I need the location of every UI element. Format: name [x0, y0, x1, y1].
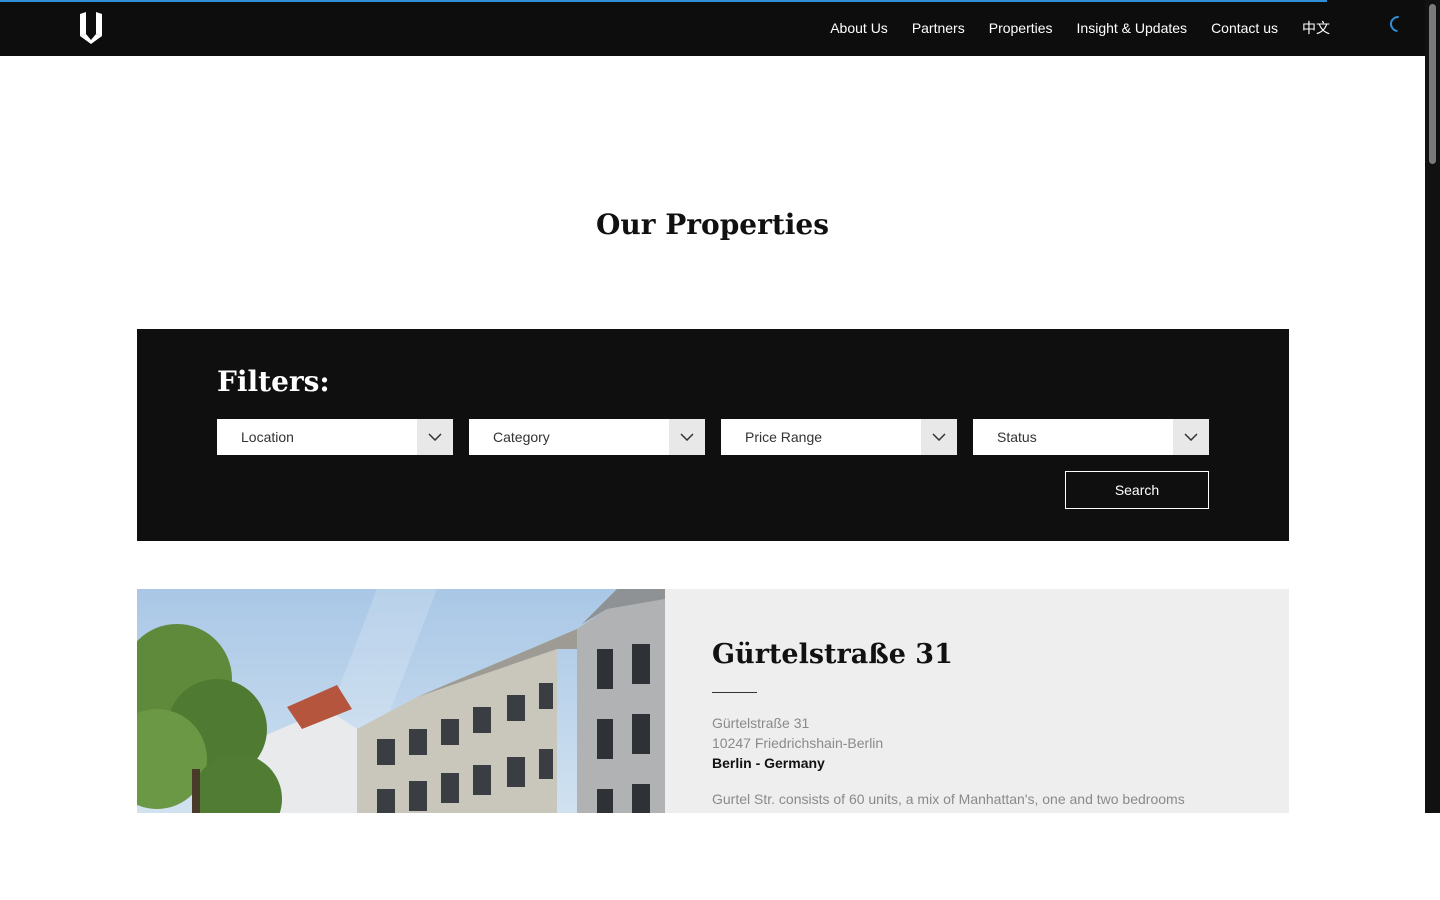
- nav-partners[interactable]: Partners: [912, 20, 965, 36]
- nav-insight-updates[interactable]: Insight & Updates: [1077, 20, 1188, 36]
- property-description: Gurtel Str. consists of 60 units, a mix …: [712, 791, 1185, 813]
- chevron-down-icon: [1173, 419, 1209, 455]
- nav-about-us[interactable]: About Us: [830, 20, 888, 36]
- property-address-line1: Gürtelstraße 31: [712, 715, 810, 731]
- filters-panel: Filters: Location Category Price Range S…: [137, 329, 1289, 541]
- chevron-down-icon: [417, 419, 453, 455]
- category-select[interactable]: Category: [469, 419, 705, 455]
- loading-spinner-icon: [1386, 12, 1410, 36]
- chevron-down-icon: [921, 419, 957, 455]
- page-viewport: About Us Partners Properties Insight & U…: [0, 0, 1425, 813]
- brand-logo-icon[interactable]: [80, 12, 102, 44]
- property-address-line2: 10247 Friedrichshain-Berlin: [712, 735, 884, 751]
- location-select[interactable]: Location: [217, 419, 453, 455]
- title-divider: [712, 692, 757, 693]
- property-details: Gürtelstraße 31 Gürtelstraße 31 10247 Fr…: [712, 639, 1232, 813]
- nav-contact-us[interactable]: Contact us: [1211, 20, 1278, 36]
- filter-selects: Location Category Price Range Status: [217, 419, 1209, 455]
- category-select-label: Category: [493, 429, 550, 445]
- top-navbar: About Us Partners Properties Insight & U…: [0, 0, 1425, 56]
- status-select-label: Status: [997, 429, 1037, 445]
- nav-properties[interactable]: Properties: [989, 20, 1053, 36]
- main-nav: About Us Partners Properties Insight & U…: [830, 0, 1330, 56]
- page-scrollbar[interactable]: [1425, 0, 1440, 813]
- filters-heading: Filters:: [217, 365, 330, 398]
- search-button[interactable]: Search: [1065, 471, 1209, 509]
- property-image[interactable]: [137, 589, 665, 813]
- price-range-select-label: Price Range: [745, 429, 823, 445]
- nav-language-chinese[interactable]: 中文: [1302, 18, 1330, 38]
- status-select[interactable]: Status: [973, 419, 1209, 455]
- property-title[interactable]: Gürtelstraße 31: [712, 639, 1232, 670]
- scrollbar-thumb[interactable]: [1429, 4, 1436, 164]
- property-card: Gürtelstraße 31 Gürtelstraße 31 10247 Fr…: [137, 589, 1289, 813]
- chevron-down-icon: [669, 419, 705, 455]
- location-select-label: Location: [241, 429, 294, 445]
- building-illustration: [137, 589, 665, 813]
- price-range-select[interactable]: Price Range: [721, 419, 957, 455]
- property-region: Berlin - Germany: [712, 755, 825, 771]
- page-title: Our Properties: [595, 208, 830, 241]
